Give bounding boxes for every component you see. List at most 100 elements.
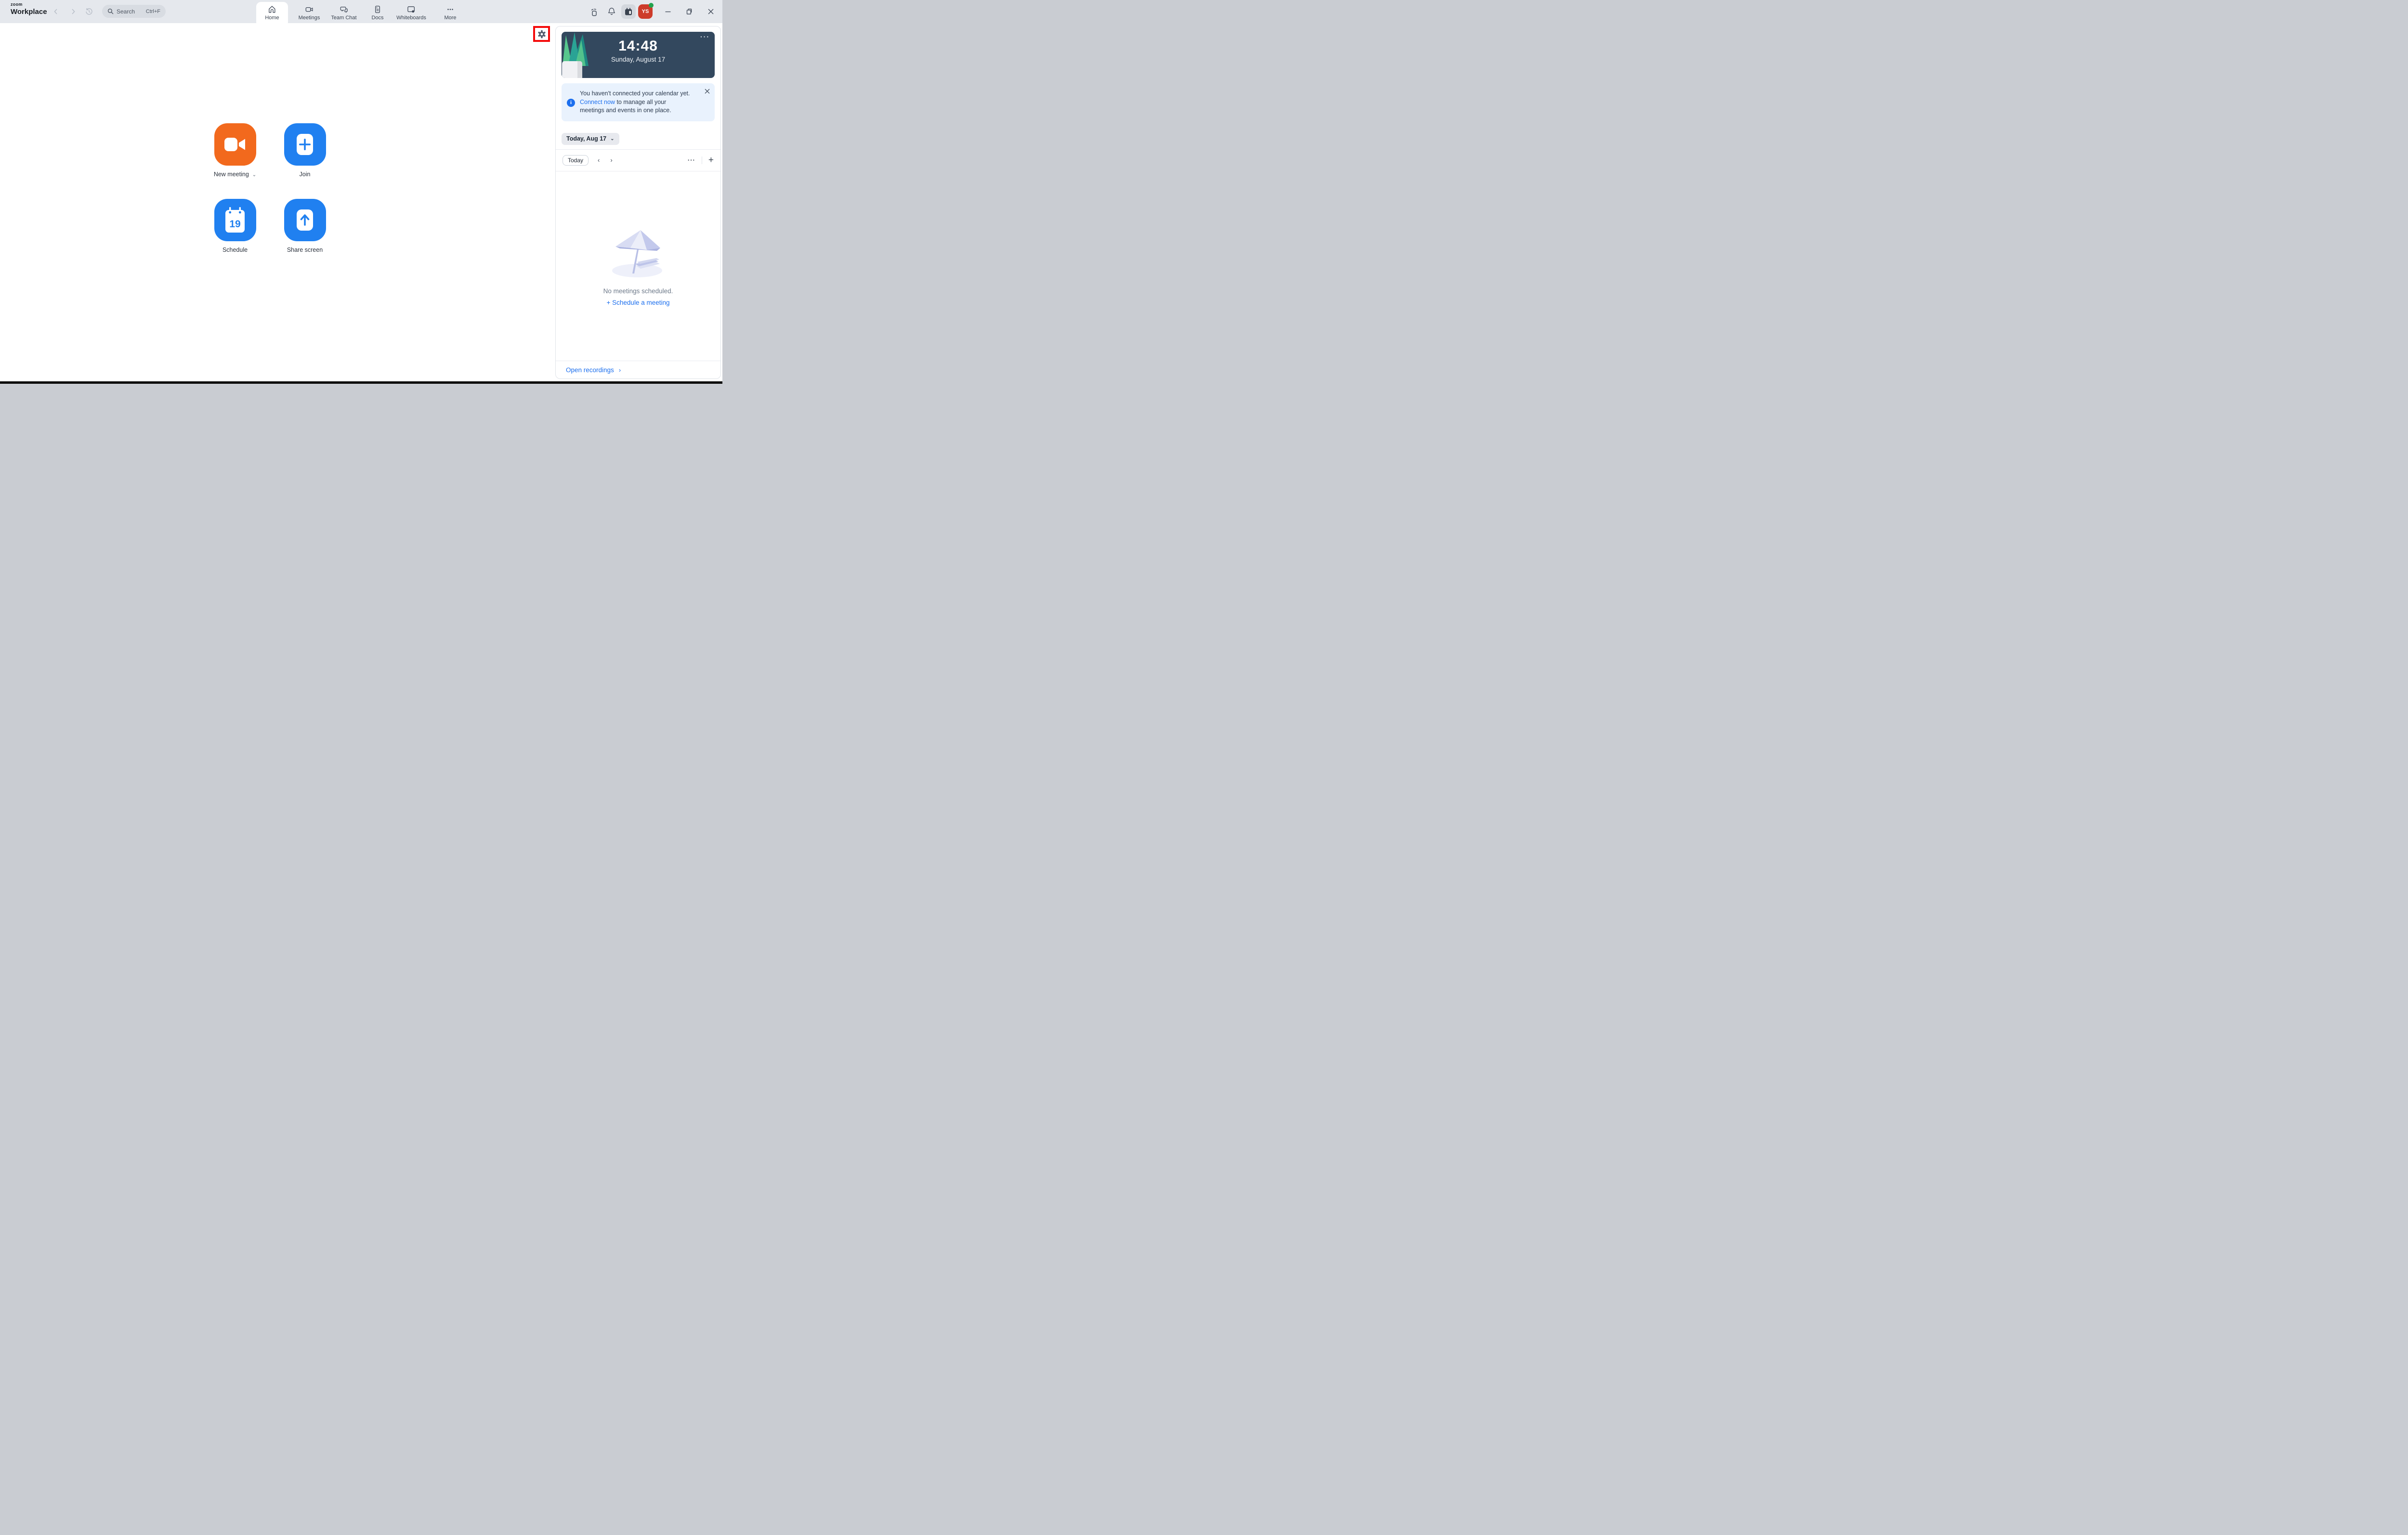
calendar-overflow-menu[interactable]: ··· <box>688 156 695 164</box>
tab-more[interactable]: More <box>444 0 457 23</box>
home-icon <box>268 4 277 14</box>
panel-footer: Open recordings › <box>556 361 720 378</box>
share-screen-label: Share screen <box>287 247 323 253</box>
gear-icon <box>537 30 546 38</box>
forward-button[interactable] <box>67 0 79 23</box>
search-placeholder: Search <box>117 8 135 15</box>
plus-icon <box>297 134 313 155</box>
add-event-button[interactable]: + <box>708 156 714 165</box>
plant-illustration <box>562 32 589 78</box>
bell-icon <box>608 8 615 15</box>
connect-now-link[interactable]: Connect now <box>580 99 615 105</box>
chevron-right-icon: › <box>618 366 621 374</box>
notifications-button[interactable] <box>604 4 619 19</box>
screen-bottom-strip <box>0 381 722 384</box>
plus-icon: + <box>606 299 611 306</box>
chevron-left-icon <box>54 9 57 14</box>
presence-status-dot <box>649 3 654 8</box>
tab-docs-label: Docs <box>371 15 384 21</box>
more-icon <box>446 4 455 14</box>
search-shortcut: Ctrl+F <box>145 8 160 14</box>
tab-home[interactable]: Home <box>265 0 279 23</box>
back-button[interactable] <box>50 0 62 23</box>
calendar-icon <box>625 8 632 15</box>
banner-line3: meetings and events in one place. <box>580 107 671 114</box>
join-tile[interactable]: Join <box>276 123 334 178</box>
tab-whiteboards-label: Whiteboards <box>396 15 426 21</box>
tab-docs[interactable]: Docs <box>371 0 384 23</box>
team-chat-icon <box>339 4 348 14</box>
video-camera-icon <box>224 138 245 151</box>
banner-close-button[interactable] <box>705 89 710 94</box>
minimize-icon <box>665 11 671 13</box>
calendar-empty-area: No meetings scheduled. + Schedule a meet… <box>556 171 720 361</box>
clock-card: ··· 14:48 Sunday, August 17 <box>562 32 715 78</box>
date-selector-dropdown[interactable]: Today, Aug 17 ⌄ <box>562 132 619 145</box>
tab-more-label: More <box>444 15 457 21</box>
chevron-down-icon: ⌄ <box>610 136 615 142</box>
tab-home-label: Home <box>265 15 279 21</box>
schedule-tile[interactable]: 19 Schedule <box>206 199 264 253</box>
next-day-button[interactable]: › <box>610 156 612 164</box>
restore-icon <box>686 8 692 14</box>
calendar-side-panel: ··· 14:48 Sunday, August 17 i You haven'… <box>555 26 721 379</box>
prev-day-button[interactable]: ‹ <box>598 156 600 164</box>
avatar-initials: YS <box>641 9 649 14</box>
tab-team-chat[interactable]: Team Chat <box>331 0 357 23</box>
calendar-connect-banner: i You haven't connected your calendar ye… <box>562 83 715 121</box>
banner-line1: You haven't connected your calendar yet. <box>580 90 690 97</box>
connect-device-button[interactable] <box>587 4 602 19</box>
new-meeting-label: New meeting <box>213 171 249 178</box>
chevron-right-icon <box>72 9 75 14</box>
tab-meetings[interactable]: Meetings <box>299 0 320 23</box>
avatar[interactable]: YS <box>638 3 654 19</box>
restore-button[interactable] <box>682 4 696 19</box>
new-meeting-label-row: New meeting ⌄ <box>206 171 264 178</box>
close-window-button[interactable] <box>704 4 718 19</box>
join-button[interactable] <box>284 123 326 166</box>
share-screen-tile[interactable]: Share screen <box>276 199 334 253</box>
new-meeting-tile[interactable]: New meeting ⌄ <box>206 123 264 178</box>
schedule-a-meeting-link[interactable]: + Schedule a meeting <box>556 299 720 306</box>
history-button[interactable] <box>83 0 95 23</box>
tab-team-chat-label: Team Chat <box>331 15 357 21</box>
tab-whiteboards[interactable]: Whiteboards <box>396 0 426 23</box>
tab-meetings-label: Meetings <box>298 15 320 21</box>
close-icon <box>705 89 710 94</box>
calendar-19-icon: 19 <box>225 207 245 233</box>
join-label: Join <box>299 171 311 178</box>
app-logo: zoom Workplace <box>11 2 47 16</box>
banner-line2: to manage all your <box>615 98 667 105</box>
date-selector-label: Today, Aug 17 <box>566 135 607 142</box>
clock-card-menu[interactable]: ··· <box>700 33 710 40</box>
open-recordings-link[interactable]: Open recordings <box>566 366 614 374</box>
beach-umbrella-illustration <box>612 230 662 277</box>
titlebar: zoom Workplace Search Ctrl+F Home Meetin… <box>0 0 722 27</box>
empty-state-title: No meetings scheduled. <box>603 287 673 295</box>
new-meeting-button[interactable] <box>214 123 256 166</box>
schedule-label: Schedule <box>222 247 248 253</box>
calendar-toolbar: Today ‹ › ··· + <box>556 150 720 171</box>
svg-text:19: 19 <box>229 219 240 230</box>
minimize-button[interactable] <box>661 4 675 19</box>
today-button[interactable]: Today <box>563 155 589 166</box>
close-icon <box>708 9 714 14</box>
whiteboards-icon <box>406 4 416 14</box>
info-icon: i <box>567 99 575 107</box>
logo-zoom: zoom <box>11 2 23 7</box>
settings-button[interactable] <box>537 30 546 39</box>
schedule-button[interactable]: 19 <box>214 199 256 241</box>
device-signal-icon <box>591 9 598 16</box>
zoom-workplace-window: zoom Workplace Search Ctrl+F Home Meetin… <box>0 0 722 384</box>
calendar-panel-toggle[interactable] <box>621 4 636 19</box>
arrow-up-icon <box>297 209 313 231</box>
logo-workplace: Workplace <box>11 8 47 16</box>
annotation-highlight-box <box>533 26 550 42</box>
meetings-icon <box>304 4 314 14</box>
history-clock-icon <box>86 8 92 15</box>
new-meeting-dropdown-chevron[interactable]: ⌄ <box>252 172 256 178</box>
search-input[interactable]: Search Ctrl+F <box>102 5 166 18</box>
share-screen-button[interactable] <box>284 199 326 241</box>
search-icon <box>107 8 114 14</box>
docs-icon <box>373 4 382 14</box>
